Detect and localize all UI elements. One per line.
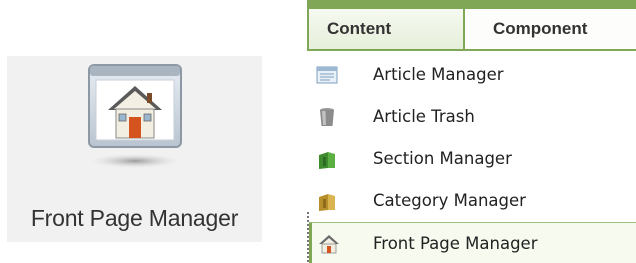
- article-list-icon: [316, 66, 338, 84]
- front-page-manager-tile[interactable]: Front Page Manager: [7, 56, 262, 242]
- menu-item-article-manager[interactable]: Article Manager: [307, 54, 636, 96]
- launcher-label: Front Page Manager: [30, 205, 239, 231]
- menu-item-label: Front Page Manager: [373, 234, 538, 253]
- house-window-icon: [88, 64, 182, 168]
- menu-bar-top-border: [307, 0, 636, 9]
- menu-bar: Content Component: [307, 0, 636, 51]
- menu-item-section-manager[interactable]: Section Manager: [307, 138, 636, 180]
- menu-item-category-manager[interactable]: Category Manager: [307, 180, 636, 222]
- admin-menu: Content Component Article Manager Articl…: [307, 0, 636, 263]
- menu-item-label: Article Trash: [373, 107, 475, 126]
- trash-can-icon: [320, 108, 334, 126]
- category-book-icon: [319, 194, 335, 211]
- tab-content[interactable]: Content: [307, 9, 465, 49]
- menu-item-label: Section Manager: [373, 149, 512, 168]
- menu-item-front-page-manager[interactable]: Front Page Manager: [309, 222, 636, 263]
- tab-components[interactable]: Component: [467, 9, 636, 49]
- menu-item-article-trash[interactable]: Article Trash: [307, 96, 636, 138]
- menu-item-label: Category Manager: [373, 191, 526, 210]
- menu-edge-dotted-line: [307, 212, 309, 263]
- menu-bar-bottom-border: [307, 49, 636, 51]
- section-book-icon: [319, 152, 335, 169]
- home-icon: [319, 235, 339, 254]
- content-dropdown: Article Manager Article Trash Section Ma…: [307, 54, 636, 263]
- menu-item-label: Article Manager: [373, 65, 504, 84]
